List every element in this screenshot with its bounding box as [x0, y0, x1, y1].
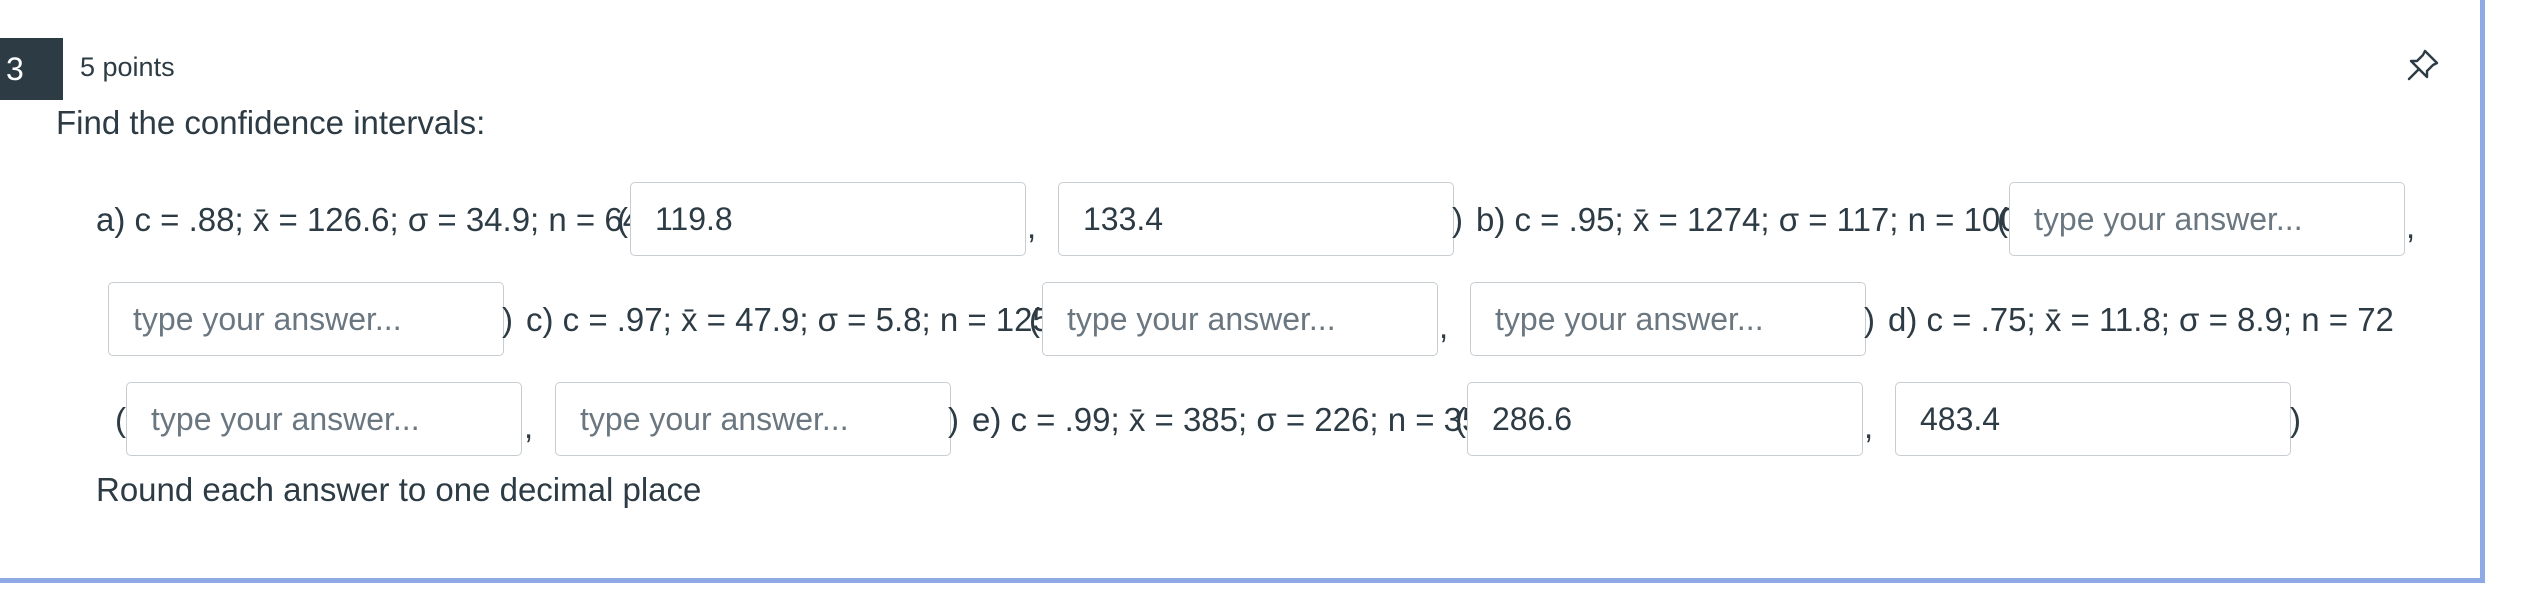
part-b-label: b) c = .95; x̄ = 1274; σ = 117; n = 100 [1476, 201, 2019, 238]
pin-icon[interactable] [2404, 46, 2442, 84]
part-d-label: d) c = .75; x̄ = 11.8; σ = 8.9; n = 72 [1888, 301, 2394, 338]
close-paren: ) [1452, 201, 1463, 238]
question-number-badge: 3 [0, 38, 63, 100]
answer-c-lower-input[interactable] [1042, 282, 1438, 356]
part-a-label: a) c = .88; x̄ = 126.6; σ = 34.9; n = 64 [96, 201, 642, 238]
answer-b-lower-input[interactable] [2009, 182, 2405, 256]
close-paren: ) [2290, 401, 2301, 438]
answer-c-upper-input[interactable] [1470, 282, 1866, 356]
answer-e-lower-input[interactable] [1467, 382, 1863, 456]
part-e-label: e) c = .99; x̄ = 385; σ = 226; n = 35 [972, 401, 1481, 438]
answer-a-upper-input[interactable] [1058, 182, 1454, 256]
open-paren: ( [1029, 301, 1040, 338]
comma: , [1864, 408, 1874, 445]
rounding-instruction: Round each answer to one decimal place [96, 471, 702, 508]
comma: , [524, 408, 534, 445]
comma: , [1027, 208, 1037, 245]
comma: , [2406, 208, 2416, 245]
answer-b-upper-input[interactable] [108, 282, 504, 356]
open-paren: ( [115, 401, 126, 438]
open-paren: ( [1997, 201, 2008, 238]
question-card: 3 5 points Find the confidence intervals… [0, 0, 2485, 583]
comma: , [1439, 308, 1449, 345]
answer-d-lower-input[interactable] [126, 382, 522, 456]
close-paren: ) [502, 301, 513, 338]
answer-d-upper-input[interactable] [555, 382, 951, 456]
open-paren: ( [1455, 401, 1466, 438]
close-paren: ) [1864, 301, 1875, 338]
answer-a-lower-input[interactable] [630, 182, 1026, 256]
question-points: 5 points [80, 52, 175, 82]
part-c-label: c) c = .97; x̄ = 47.9; σ = 5.8; n = 125 [526, 301, 1051, 338]
question-prompt: Find the confidence intervals: [56, 104, 486, 141]
close-paren: ) [948, 401, 959, 438]
open-paren: ( [617, 201, 628, 238]
answer-e-upper-input[interactable] [1895, 382, 2291, 456]
